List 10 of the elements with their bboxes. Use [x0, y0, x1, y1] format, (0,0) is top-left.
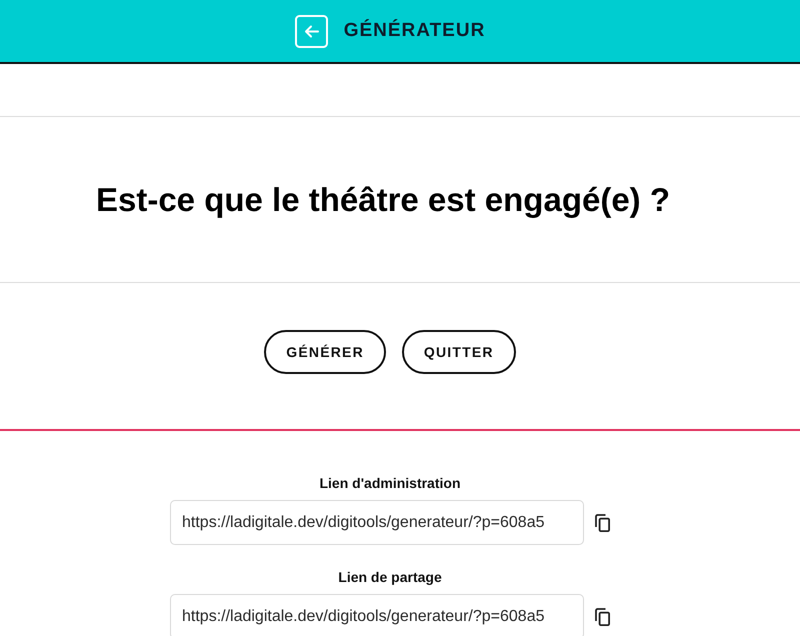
question-text: Est-ce que le théâtre est engagé(e) ? — [96, 180, 670, 220]
field-label: Lien de partage — [338, 568, 442, 587]
action-button[interactable]: QUITTER — [402, 330, 516, 374]
action-button[interactable]: GÉNÉRER — [264, 330, 386, 374]
link-field[interactable]: https://ladigitale.dev/digitools/generateur/?p=608a5 — [170, 500, 584, 545]
copy-icon[interactable] — [595, 608, 610, 626]
page-title: GÉNÉRATEUR — [344, 20, 486, 42]
copy-icon[interactable] — [595, 514, 610, 532]
link-field[interactable]: https://ladigitale.dev/digitools/generateur/?p=608a5 — [170, 594, 584, 636]
field-label: Lien d'administration — [319, 474, 460, 493]
